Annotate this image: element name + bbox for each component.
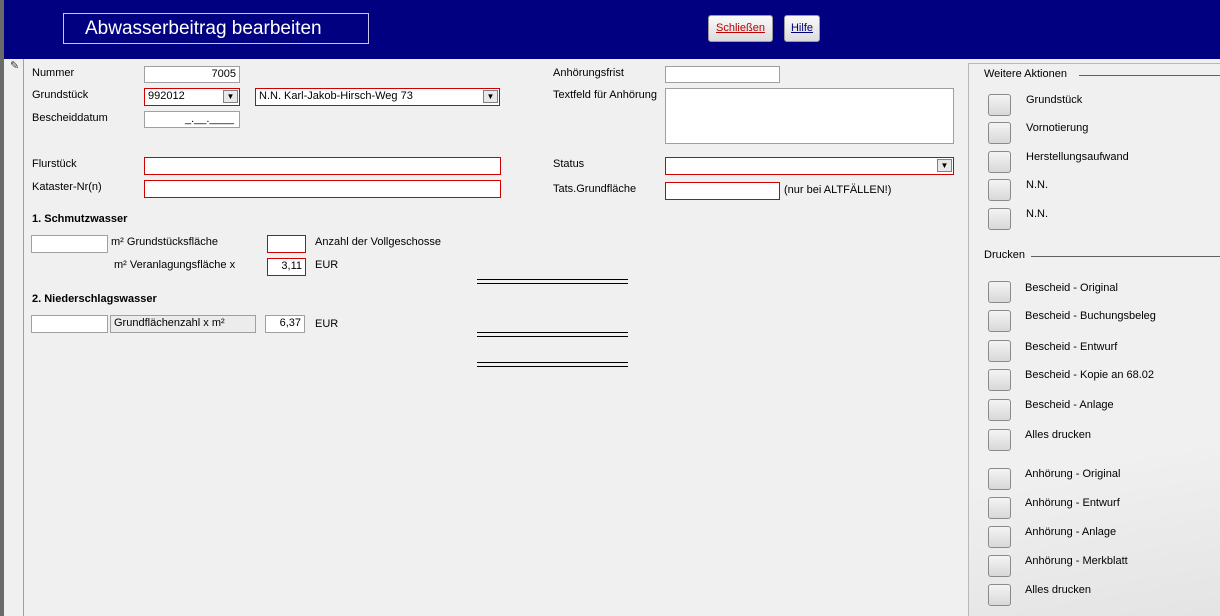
print-bescheid-anlage-button[interactable]	[988, 399, 1011, 421]
help-button[interactable]: Hilfe	[784, 15, 820, 42]
action-grundstueck-button[interactable]	[988, 94, 1011, 116]
print-anhoerung-anlage-button[interactable]	[988, 526, 1011, 548]
print-label: Alles drucken	[1025, 584, 1092, 596]
veranlagungsflaeche-label: m² Veranlagungsfläche x	[114, 259, 236, 271]
action-vornotierung-button[interactable]	[988, 122, 1011, 144]
chevron-down-icon[interactable]: ▼	[223, 90, 238, 103]
niederschlagswasser-field[interactable]	[31, 315, 108, 333]
print-label: Alles drucken	[1025, 429, 1092, 441]
grundstuecksflaeche-field[interactable]	[31, 235, 108, 253]
kataster-field[interactable]	[144, 180, 501, 198]
grundflaeche-label: Tats.Grundfläche	[553, 183, 637, 195]
print-label: Bescheid - Anlage	[1025, 399, 1114, 411]
grundstueck-label: Grundstück	[32, 89, 89, 101]
grundflaeche-field[interactable]	[665, 182, 780, 200]
print-anhoerung-entwurf-button[interactable]	[988, 497, 1011, 519]
anhoerungsfrist-field[interactable]	[665, 66, 780, 83]
print-bescheid-entwurf-button[interactable]	[988, 340, 1011, 362]
print-label: Anhörung - Anlage	[1025, 526, 1117, 538]
print-bescheid-original-button[interactable]	[988, 281, 1011, 303]
grundflaechenzahl-label: Grundflächenzahl x m²	[110, 315, 256, 333]
action-label: N.N.	[1026, 208, 1048, 220]
kataster-label: Kataster-Nr(n)	[32, 181, 102, 193]
chevron-down-icon[interactable]: ▼	[483, 90, 498, 103]
record-selector[interactable]: ✎	[0, 59, 24, 616]
action-label: N.N.	[1026, 179, 1048, 191]
niederschlagswasser-heading: 2. Niederschlagswasser	[32, 293, 157, 305]
schmutzwasser-currency: EUR	[315, 259, 339, 271]
actions-panel: Weitere Aktionen Grundstück Vornotierung…	[968, 63, 1220, 616]
print-label: Bescheid - Original	[1025, 282, 1118, 294]
niederschlagswasser-currency: EUR	[315, 318, 339, 330]
bescheiddatum-label: Bescheiddatum	[32, 112, 108, 124]
textfeld-area[interactable]	[665, 88, 954, 144]
section-divider	[1031, 256, 1220, 257]
anhoerungsfrist-label: Anhörungsfrist	[553, 67, 624, 79]
action-label: Vornotierung	[1026, 122, 1089, 134]
print-bescheid-alles-button[interactable]	[988, 429, 1011, 451]
bescheiddatum-field[interactable]: _.__.____	[144, 111, 240, 128]
flurstueck-field[interactable]	[144, 157, 501, 175]
grundflaeche-note: (nur bei ALTFÄLLEN!)	[784, 184, 892, 196]
close-button[interactable]: Schließen	[708, 15, 773, 42]
print-anhoerung-alles-button[interactable]	[988, 584, 1011, 606]
nummer-field[interactable]: 7005	[144, 66, 240, 83]
print-bescheid-kopie-button[interactable]	[988, 369, 1011, 391]
sum-double-line	[477, 332, 628, 337]
pencil-icon: ✎	[10, 60, 20, 72]
flurstueck-label: Flurstück	[32, 158, 77, 170]
textfeld-label: Textfeld für Anhörung	[553, 89, 657, 101]
sum-double-line	[477, 279, 628, 284]
weitere-aktionen-title: Weitere Aktionen	[984, 68, 1067, 80]
print-anhoerung-merkblatt-button[interactable]	[988, 555, 1011, 577]
schmutzwasser-rate-field[interactable]: 3,11	[267, 258, 306, 276]
grundstueck-name-value: N.N. Karl-Jakob-Hirsch-Weg 73	[259, 90, 413, 102]
vollgeschosse-label: Anzahl der Vollgeschosse	[315, 236, 441, 248]
grundstuecksflaeche-label: m² Grundstücksfläche	[111, 236, 218, 248]
action-label: Grundstück	[1026, 94, 1083, 106]
print-label: Anhörung - Entwurf	[1025, 497, 1120, 509]
schmutzwasser-heading: 1. Schmutzwasser	[32, 213, 128, 225]
grundstueck-select[interactable]: 992012 ▼	[144, 88, 240, 106]
nummer-label: Nummer	[32, 67, 75, 79]
print-label: Bescheid - Buchungsbeleg	[1025, 310, 1156, 322]
grundstueck-value: 992012	[148, 90, 185, 102]
status-select[interactable]: ▼	[665, 157, 954, 175]
grundstueck-name-select[interactable]: N.N. Karl-Jakob-Hirsch-Weg 73 ▼	[255, 88, 500, 106]
action-herstellungsaufwand-button[interactable]	[988, 151, 1011, 173]
title-bar: Abwasserbeitrag bearbeiten Schließen Hil…	[0, 0, 1220, 59]
chevron-down-icon[interactable]: ▼	[937, 159, 952, 172]
vollgeschosse-field[interactable]	[267, 235, 306, 253]
print-bescheid-buchungsbeleg-button[interactable]	[988, 310, 1011, 332]
total-double-line	[477, 362, 628, 367]
action-nn-button[interactable]	[988, 208, 1011, 230]
print-label: Anhörung - Original	[1025, 468, 1121, 480]
niederschlagswasser-rate-field[interactable]: 6,37	[265, 315, 305, 333]
print-label: Bescheid - Entwurf	[1025, 341, 1118, 353]
status-label: Status	[553, 158, 585, 170]
drucken-title: Drucken	[984, 249, 1025, 261]
action-nn-button[interactable]	[988, 179, 1011, 201]
action-label: Herstellungsaufwand	[1026, 151, 1129, 163]
page-title: Abwasserbeitrag bearbeiten	[63, 13, 369, 44]
section-divider	[1079, 75, 1220, 76]
print-label: Bescheid - Kopie an 68.02	[1025, 369, 1155, 381]
print-anhoerung-original-button[interactable]	[988, 468, 1011, 490]
print-label: Anhörung - Merkblatt	[1025, 555, 1128, 567]
